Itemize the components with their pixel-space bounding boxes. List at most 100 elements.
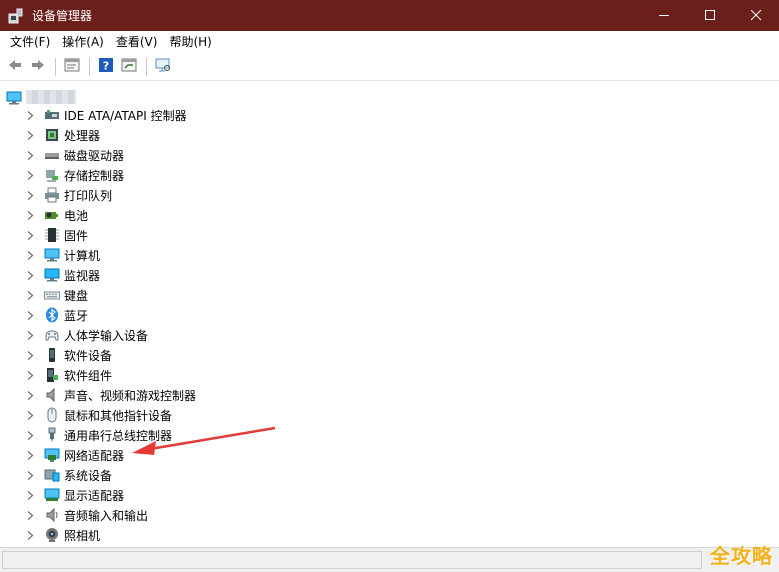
tree-node[interactable]: 打印队列 [22,185,112,205]
tree-node-label: 音频输入和输出 [64,508,149,523]
menu-help[interactable]: 帮助(H) [163,31,217,53]
tree-node-label: 存储控制器 [64,168,125,183]
chevron-right-icon[interactable] [22,485,38,505]
properties-button[interactable] [61,56,83,78]
tree-node[interactable]: 鼠标和其他指针设备 [22,405,172,425]
minimize-button[interactable] [641,0,687,31]
chevron-right-icon[interactable] [22,445,38,465]
chevron-right-icon[interactable] [22,185,38,205]
chevron-right-icon[interactable] [22,405,38,425]
tree-node[interactable]: 显示适配器 [22,485,124,505]
tree-node[interactable]: 计算机 [22,245,100,265]
watermark: 全攻略 [710,544,773,568]
network-adapter-icon [43,446,61,464]
window-title: 设备管理器 [32,9,93,23]
update-driver-button[interactable] [118,56,140,78]
tree-node[interactable]: 蓝牙 [22,305,88,325]
printer-icon [43,186,61,204]
chevron-right-icon[interactable] [22,345,38,365]
tree-node[interactable]: 通用串行总线控制器 [22,425,172,445]
toolbar-separator [55,57,56,76]
computer-icon [6,90,22,105]
tree-node-label: 通用串行总线控制器 [64,428,173,443]
sound-icon [43,386,61,404]
maximize-button[interactable] [687,0,733,31]
tree-node[interactable]: 人体学输入设备 [22,325,148,345]
tree-node[interactable]: 网络适配器 [22,445,124,465]
tree-node-label: 网络适配器 [64,448,125,463]
hid-icon [43,326,61,344]
chevron-right-icon[interactable] [22,265,38,285]
tree-node[interactable]: IDE ATA/ATAPI 控制器 [22,105,187,125]
chevron-right-icon[interactable] [22,285,38,305]
tree-node-label: 蓝牙 [64,308,89,323]
help-icon: ? [98,57,114,76]
tree-node-label: 打印队列 [64,188,113,203]
scan-hardware-icon [155,57,171,76]
software-component-icon [43,366,61,384]
tree-node[interactable]: 监视器 [22,265,100,285]
chevron-right-icon[interactable] [22,205,38,225]
title-bar: 设备管理器 [0,0,779,31]
tree-node-label: 显示适配器 [64,488,125,503]
tree-node[interactable]: 软件组件 [22,365,112,385]
help-button[interactable]: ? [95,56,117,78]
tree-node-label: 声音、视频和游戏控制器 [64,388,197,403]
tree-node-label: 键盘 [64,288,89,303]
tree-node[interactable]: 固件 [22,225,88,245]
firmware-icon [43,226,61,244]
device-tree: IDE ATA/ATAPI 控制器处理器磁盘驱动器存储控制器打印队列电池固件计算… [0,82,779,547]
toolbar-separator [146,57,147,76]
properties-icon [64,57,80,76]
chevron-right-icon[interactable] [22,145,38,165]
chevron-right-icon[interactable] [22,165,38,185]
chevron-right-icon[interactable] [22,125,38,145]
chevron-right-icon[interactable] [22,505,38,525]
chevron-right-icon[interactable] [22,305,38,325]
chevron-right-icon[interactable] [22,465,38,485]
tree-node[interactable]: 音频输入和输出 [22,505,148,525]
scan-hardware-button[interactable] [152,56,174,78]
software-device-icon [43,346,61,364]
menu-file[interactable]: 文件(F) [4,31,56,53]
chevron-right-icon[interactable] [22,365,38,385]
tree-node[interactable]: 存储控制器 [22,165,124,185]
chevron-right-icon[interactable] [22,385,38,405]
tree-node-label: 计算机 [64,248,101,263]
storage-controller-icon [43,166,61,184]
tree-node[interactable]: 键盘 [22,285,88,305]
chevron-right-icon[interactable] [22,325,38,345]
chevron-right-icon[interactable] [22,245,38,265]
bluetooth-icon [43,306,61,324]
tree-node[interactable]: 电池 [22,205,88,225]
forward-icon [30,57,46,76]
processor-icon [43,126,61,144]
chevron-right-icon[interactable] [22,105,38,125]
system-device-icon [43,466,61,484]
tree-node[interactable]: 照相机 [22,525,100,545]
computer-name-redacted [26,90,76,104]
tree-node[interactable]: 软件设备 [22,345,112,365]
back-button[interactable] [4,56,26,78]
tree-node-label: 固件 [64,228,89,243]
toolbar-separator [89,57,90,76]
tree-node-label: 处理器 [64,128,101,143]
tree-node-label: 鼠标和其他指针设备 [64,408,173,423]
tree-node[interactable]: 系统设备 [22,465,112,485]
tree-node[interactable]: 处理器 [22,125,100,145]
computer-icon [43,246,61,264]
svg-text:?: ? [103,60,109,73]
usb-icon [43,426,61,444]
tree-node-label: 磁盘驱动器 [64,148,125,163]
tree-node-label: 电池 [64,208,89,223]
chevron-right-icon[interactable] [22,225,38,245]
forward-button[interactable] [27,56,49,78]
close-button[interactable] [733,0,779,31]
tree-node[interactable]: 声音、视频和游戏控制器 [22,385,196,405]
tree-root[interactable] [6,88,76,106]
menu-action[interactable]: 操作(A) [56,31,110,53]
chevron-right-icon[interactable] [22,425,38,445]
chevron-right-icon[interactable] [22,525,38,545]
tree-node[interactable]: 磁盘驱动器 [22,145,124,165]
menu-view[interactable]: 查看(V) [110,31,164,53]
